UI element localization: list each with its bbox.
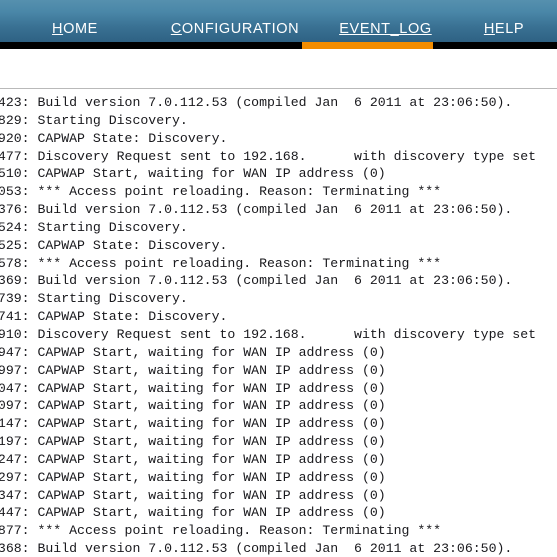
event-log-line: .053: *** Access point reloading. Reason… bbox=[0, 184, 442, 200]
event-log-line: .197: CAPWAP Start, waiting for WAN IP a… bbox=[0, 434, 386, 450]
event-log-line: .247: CAPWAP Start, waiting for WAN IP a… bbox=[0, 451, 386, 467]
nav-tab-help-accel: H bbox=[483, 21, 495, 37]
event-log-line: .368: Build version 7.0.112.53 (compiled… bbox=[0, 541, 513, 557]
event-log-line: .047: CAPWAP Start, waiting for WAN IP a… bbox=[0, 380, 386, 396]
event-log-line: .578: *** Access point reloading. Reason… bbox=[0, 255, 442, 271]
event-log-line: .147: CAPWAP Start, waiting for WAN IP a… bbox=[0, 416, 386, 432]
nav-tab-configuration[interactable]: CONFIGURATION bbox=[150, 21, 320, 37]
event-log-page: HOME CONFIGURATION EVENT_LOG HELP .423: … bbox=[0, 0, 557, 557]
content-area: .423: Build version 7.0.112.53 (compiled… bbox=[0, 49, 557, 557]
event-log-line: .920: CAPWAP State: Discovery. bbox=[0, 130, 228, 146]
nav-tab-help-label: HELP bbox=[484, 21, 524, 37]
navbar-underline-strip bbox=[0, 42, 557, 49]
event-log-line: .877: *** Access point reloading. Reason… bbox=[0, 523, 442, 539]
active-tab-indicator bbox=[302, 42, 433, 49]
nav-tab-event-log-label: EVENT_LOG bbox=[339, 21, 431, 37]
nav-tab-help-rest: ELP bbox=[494, 21, 525, 37]
event-log-line: .097: CAPWAP Start, waiting for WAN IP a… bbox=[0, 398, 386, 414]
event-log-line: .524: Starting Discovery. bbox=[0, 219, 188, 235]
event-log-viewport[interactable]: .423: Build version 7.0.112.53 (compiled… bbox=[0, 94, 557, 557]
event-log-line: .477: Discovery Request sent to 192.168.… bbox=[0, 148, 537, 164]
nav-tab-home-rest: OME bbox=[63, 21, 98, 37]
nav-tab-home-accel: H bbox=[52, 21, 64, 37]
nav-tab-list: HOME CONFIGURATION EVENT_LOG HELP bbox=[0, 0, 557, 42]
event-log-line: .376: Build version 7.0.112.53 (compiled… bbox=[0, 202, 513, 218]
nav-tab-event-log[interactable]: EVENT_LOG bbox=[320, 21, 451, 37]
event-log-line: .997: CAPWAP Start, waiting for WAN IP a… bbox=[0, 362, 386, 378]
nav-tab-help[interactable]: HELP bbox=[451, 21, 557, 37]
event-log-line: .347: CAPWAP Start, waiting for WAN IP a… bbox=[0, 487, 386, 503]
nav-tab-event-log-rest: VENT_LOG bbox=[349, 21, 432, 37]
main-navbar: HOME CONFIGURATION EVENT_LOG HELP bbox=[0, 0, 557, 42]
nav-tab-event-log-accel: E bbox=[339, 21, 350, 37]
event-log-line: .741: CAPWAP State: Discovery. bbox=[0, 309, 228, 325]
event-log-line: .910: Discovery Request sent to 192.168.… bbox=[0, 326, 537, 342]
nav-tab-home-label: HOME bbox=[52, 21, 98, 37]
event-log-line: .369: Build version 7.0.112.53 (compiled… bbox=[0, 273, 513, 289]
event-log-line: .423: Build version 7.0.112.53 (compiled… bbox=[0, 95, 513, 110]
event-log-line: .297: CAPWAP Start, waiting for WAN IP a… bbox=[0, 469, 386, 485]
nav-tab-configuration-label: CONFIGURATION bbox=[171, 21, 299, 37]
event-log-line: .947: CAPWAP Start, waiting for WAN IP a… bbox=[0, 344, 386, 360]
event-log-line: .447: CAPWAP Start, waiting for WAN IP a… bbox=[0, 505, 386, 521]
nav-tab-configuration-rest: ONFIGURATION bbox=[181, 21, 300, 37]
event-log-lines: .423: Build version 7.0.112.53 (compiled… bbox=[0, 94, 557, 557]
event-log-line: .510: CAPWAP Start, waiting for WAN IP a… bbox=[0, 166, 386, 182]
nav-tab-configuration-accel: C bbox=[170, 21, 182, 37]
event-log-line: .739: Starting Discovery. bbox=[0, 291, 188, 307]
content-divider bbox=[0, 88, 557, 89]
event-log-line: .829: Starting Discovery. bbox=[0, 112, 188, 128]
nav-tab-home[interactable]: HOME bbox=[0, 21, 150, 37]
event-log-line: .525: CAPWAP State: Discovery. bbox=[0, 237, 228, 253]
